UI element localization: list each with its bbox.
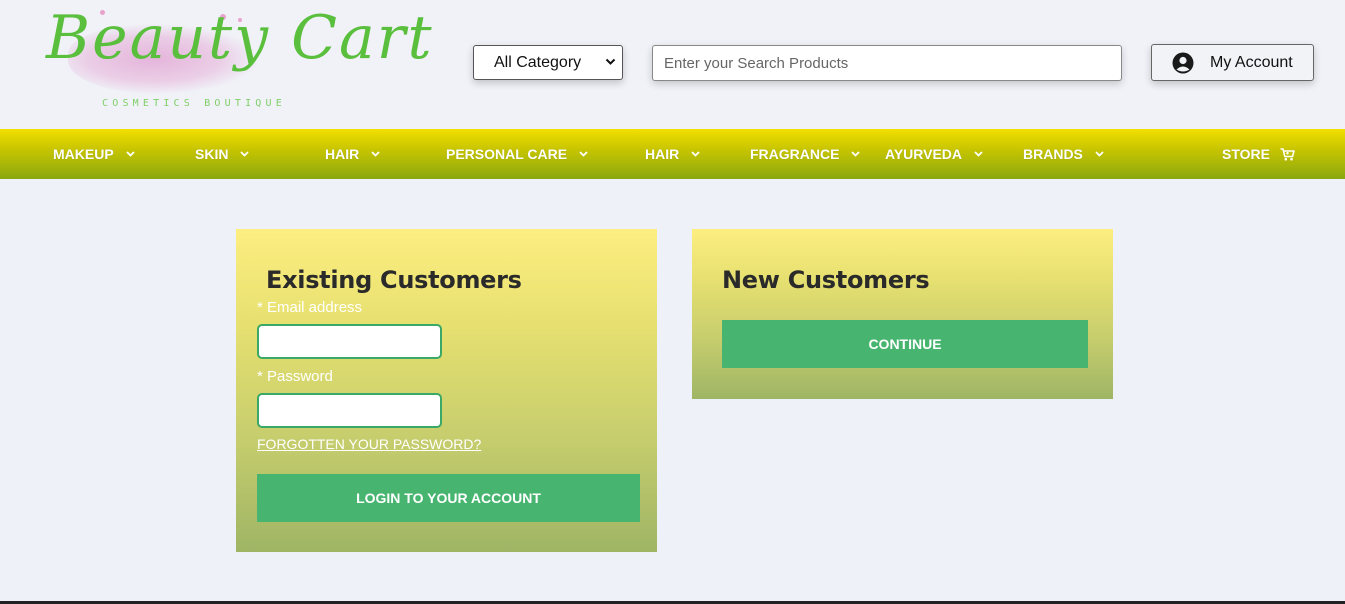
nav-item-makeup[interactable]: MAKEUP <box>53 129 135 179</box>
new-customers-panel: New Customers CONTINUE <box>692 229 1113 399</box>
chevron-down-icon <box>691 151 700 157</box>
my-account-label: My Account <box>1210 53 1293 71</box>
password-field[interactable] <box>257 393 442 428</box>
category-selected-value: All Category <box>494 54 582 71</box>
nav-label: STORE <box>1222 146 1270 162</box>
nav-item-skin[interactable]: SKIN <box>195 129 250 179</box>
nav-label: PERSONAL CARE <box>446 146 568 162</box>
my-account-button[interactable]: My Account <box>1151 44 1314 81</box>
existing-customers-panel: Existing Customers * Email address * Pas… <box>236 229 657 552</box>
chevron-down-icon <box>240 151 250 157</box>
chevron-down-icon <box>126 151 135 157</box>
nav-label: HAIR <box>645 146 680 162</box>
nav-item-brands[interactable]: BRANDS <box>1023 129 1104 179</box>
nav-label: FRAGRANCE <box>750 146 840 162</box>
nav-label: AYURVEDA <box>885 146 963 162</box>
chevron-down-icon <box>851 151 861 157</box>
chevron-down-icon <box>371 151 380 157</box>
nav-item-fragrance[interactable]: FRAGRANCE <box>750 129 861 179</box>
chevron-down-icon <box>974 151 983 157</box>
existing-customers-title: Existing Customers <box>266 266 522 294</box>
nav-item-store[interactable]: STORE <box>1222 129 1295 179</box>
password-label: * Password <box>257 368 333 385</box>
nav-item-hair[interactable]: HAIR <box>325 129 380 179</box>
logo-subtitle: COSMETICS BOUTIQUE <box>102 98 286 109</box>
user-circle-icon <box>1172 52 1194 74</box>
new-customers-title: New Customers <box>722 266 930 294</box>
nav-item-personal-care[interactable]: PERSONAL CARE <box>446 129 588 179</box>
site-header: Beauty Cart COSMETICS BOUTIQUE All Categ… <box>0 0 1345 129</box>
main-nav: MAKEUP SKIN HAIR PERSONAL CARE HAIR FRAG… <box>0 129 1345 179</box>
login-button[interactable]: LOGIN TO YOUR ACCOUNT <box>257 474 640 522</box>
forgot-password-link[interactable]: FORGOTTEN YOUR PASSWORD? <box>257 436 481 452</box>
nav-label: MAKEUP <box>53 146 114 162</box>
chevron-down-icon <box>1095 151 1104 157</box>
chevron-down-icon <box>605 46 616 92</box>
nav-label: BRANDS <box>1023 146 1083 162</box>
email-label: * Email address <box>257 299 363 316</box>
search-input[interactable] <box>652 45 1122 81</box>
continue-button[interactable]: CONTINUE <box>722 320 1088 368</box>
cart-icon <box>1280 147 1295 161</box>
logo-title: Beauty Cart <box>46 3 434 73</box>
logo[interactable]: Beauty Cart COSMETICS BOUTIQUE <box>42 6 432 118</box>
nav-label: HAIR <box>325 146 360 162</box>
nav-label: SKIN <box>195 146 229 162</box>
email-field[interactable] <box>257 324 442 359</box>
nav-item-ayurveda[interactable]: AYURVEDA <box>885 129 983 179</box>
category-select[interactable]: All Category <box>473 45 623 80</box>
chevron-down-icon <box>579 151 588 157</box>
nav-item-hair-2[interactable]: HAIR <box>645 129 700 179</box>
